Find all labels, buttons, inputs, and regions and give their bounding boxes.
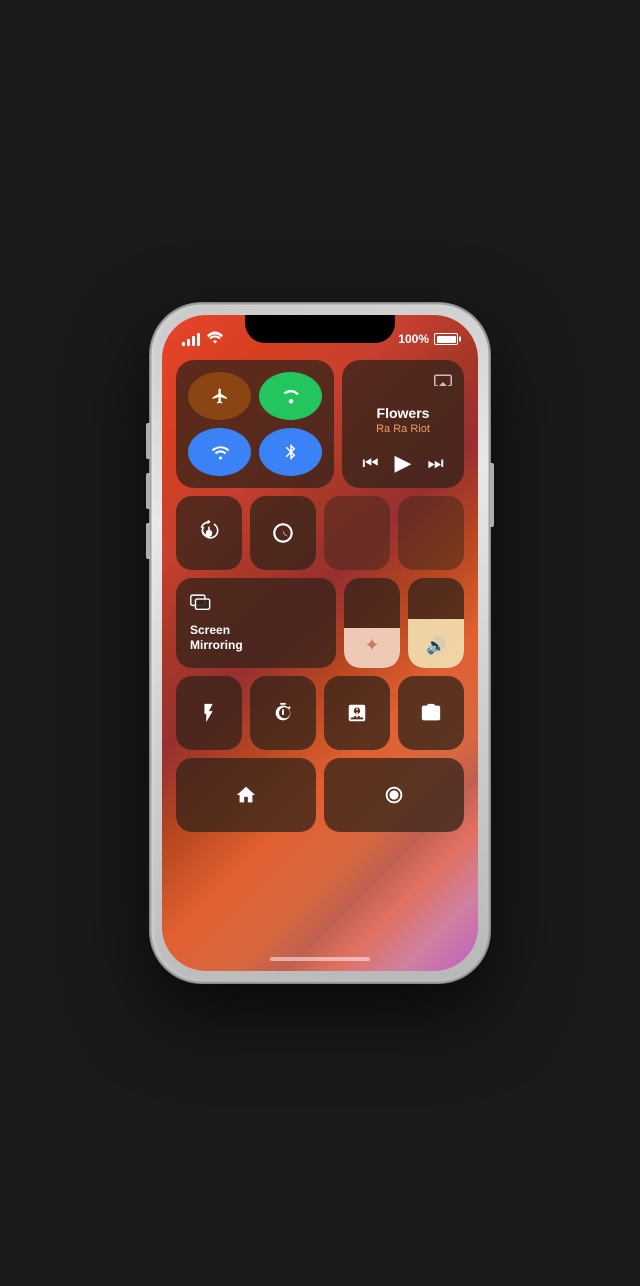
connectivity-block[interactable] — [176, 360, 334, 488]
airplane-mode-button[interactable] — [188, 372, 251, 420]
battery-percent: 100% — [398, 332, 429, 346]
phone-frame: 100% — [150, 303, 490, 983]
row-quick-buttons — [176, 496, 464, 570]
airplay-icon[interactable] — [434, 372, 452, 389]
rotation-lock-button[interactable] — [176, 496, 242, 570]
np-info: Flowers Ra Ra Riot — [354, 405, 452, 435]
calculator-button[interactable] — [324, 676, 390, 750]
brightness-slider[interactable]: ✦ — [344, 578, 400, 668]
brightness-icon: ✦ — [364, 635, 379, 656]
screen-record-button[interactable] — [324, 758, 464, 832]
phone-screen: 100% — [162, 315, 478, 971]
play-pause-button[interactable]: ▶ — [395, 450, 412, 476]
signal-bars-icon — [182, 332, 200, 346]
flashlight-button[interactable] — [176, 676, 242, 750]
timer-button[interactable] — [250, 676, 316, 750]
np-header — [354, 372, 452, 389]
row-home-record — [176, 758, 464, 832]
battery-icon — [434, 333, 458, 345]
wifi-status-icon — [207, 331, 223, 347]
next-track-button[interactable]: ⏭ — [427, 453, 443, 474]
now-playing-block[interactable]: Flowers Ra Ra Riot ⏮ ▶ ⏭ — [342, 360, 464, 488]
do-not-disturb-button[interactable] — [250, 496, 316, 570]
status-left — [182, 331, 223, 347]
placeholder-btn-4[interactable] — [398, 496, 464, 570]
camera-button[interactable] — [398, 676, 464, 750]
cellular-button[interactable] — [259, 372, 322, 420]
row-utilities — [176, 676, 464, 750]
bluetooth-button[interactable] — [259, 428, 322, 476]
screen-mirroring-button[interactable]: Screen Mirroring — [176, 578, 336, 668]
previous-track-button[interactable]: ⏮ — [362, 453, 378, 474]
row-connectivity-nowplaying: Flowers Ra Ra Riot ⏮ ▶ ⏭ — [176, 360, 464, 488]
notch — [245, 315, 395, 343]
sliders-column: ✦ 🔊 — [344, 578, 464, 668]
home-kit-button[interactable] — [176, 758, 316, 832]
control-center: Flowers Ra Ra Riot ⏮ ▶ ⏭ — [176, 360, 464, 832]
screen-mirroring-label: Screen Mirroring — [190, 623, 243, 652]
wifi-button[interactable] — [188, 428, 251, 476]
volume-slider[interactable]: 🔊 — [408, 578, 464, 668]
np-controls: ⏮ ▶ ⏭ — [354, 450, 452, 476]
status-right: 100% — [398, 332, 458, 346]
np-artist-name: Ra Ra Riot — [354, 423, 452, 435]
volume-icon: 🔊 — [426, 636, 446, 656]
home-bar[interactable] — [270, 957, 370, 961]
row-screen-mirror-sliders: Screen Mirroring ✦ 🔊 — [176, 578, 464, 668]
np-song-title: Flowers — [354, 405, 452, 421]
screen-mirroring-icon — [190, 594, 212, 617]
placeholder-btn-3[interactable] — [324, 496, 390, 570]
